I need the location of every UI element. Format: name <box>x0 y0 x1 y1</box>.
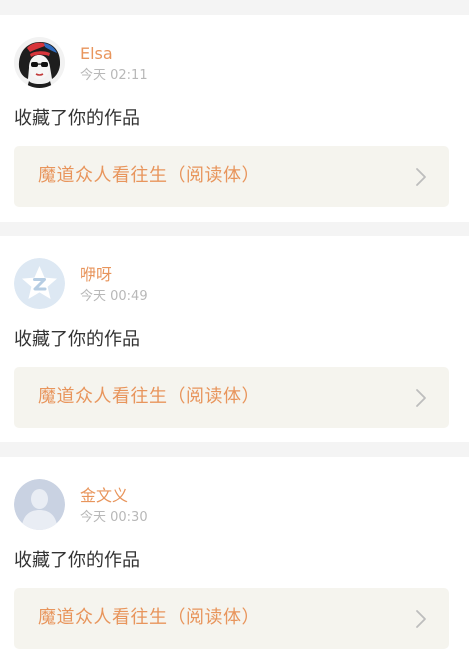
default-star-avatar-icon <box>14 258 65 309</box>
work-title: 魔道众人看往生（阅读体） <box>38 607 260 628</box>
timestamp: 今天 02:11 <box>80 68 148 83</box>
username[interactable]: Elsa <box>80 44 113 64</box>
timestamp: 今天 00:49 <box>80 289 148 304</box>
default-person-avatar-icon <box>14 479 65 530</box>
notification-card: Elsa 今天 02:11 收藏了你的作品 魔道众人看往生（阅读体） <box>0 15 469 222</box>
notification-card: 金文义 今天 00:30 收藏了你的作品 魔道众人看往生（阅读体） <box>0 457 469 657</box>
notification-card: 咿呀 今天 00:49 收藏了你的作品 魔道众人看往生（阅读体） <box>0 236 469 442</box>
chevron-right-icon <box>416 610 426 628</box>
username[interactable]: 金文义 <box>80 486 128 506</box>
work-title: 魔道众人看往生（阅读体） <box>38 386 260 407</box>
work-title: 魔道众人看往生（阅读体） <box>38 165 260 186</box>
work-link[interactable]: 魔道众人看往生（阅读体） <box>14 146 449 207</box>
user-avatar[interactable] <box>14 37 65 88</box>
chevron-right-icon <box>416 389 426 407</box>
action-text: 收藏了你的作品 <box>14 550 140 571</box>
username[interactable]: 咿呀 <box>80 265 112 285</box>
timestamp: 今天 00:30 <box>80 510 148 525</box>
user-avatar[interactable] <box>14 479 65 530</box>
work-link[interactable]: 魔道众人看往生（阅读体） <box>14 367 449 428</box>
user-avatar[interactable] <box>14 258 65 309</box>
work-link[interactable]: 魔道众人看往生（阅读体） <box>14 588 449 649</box>
chevron-right-icon <box>416 168 426 186</box>
action-text: 收藏了你的作品 <box>14 108 140 129</box>
notification-feed: Elsa 今天 02:11 收藏了你的作品 魔道众人看往生（阅读体） 咿呀 今天… <box>0 0 469 657</box>
action-text: 收藏了你的作品 <box>14 329 140 350</box>
woman-portrait-avatar-icon <box>14 37 65 88</box>
